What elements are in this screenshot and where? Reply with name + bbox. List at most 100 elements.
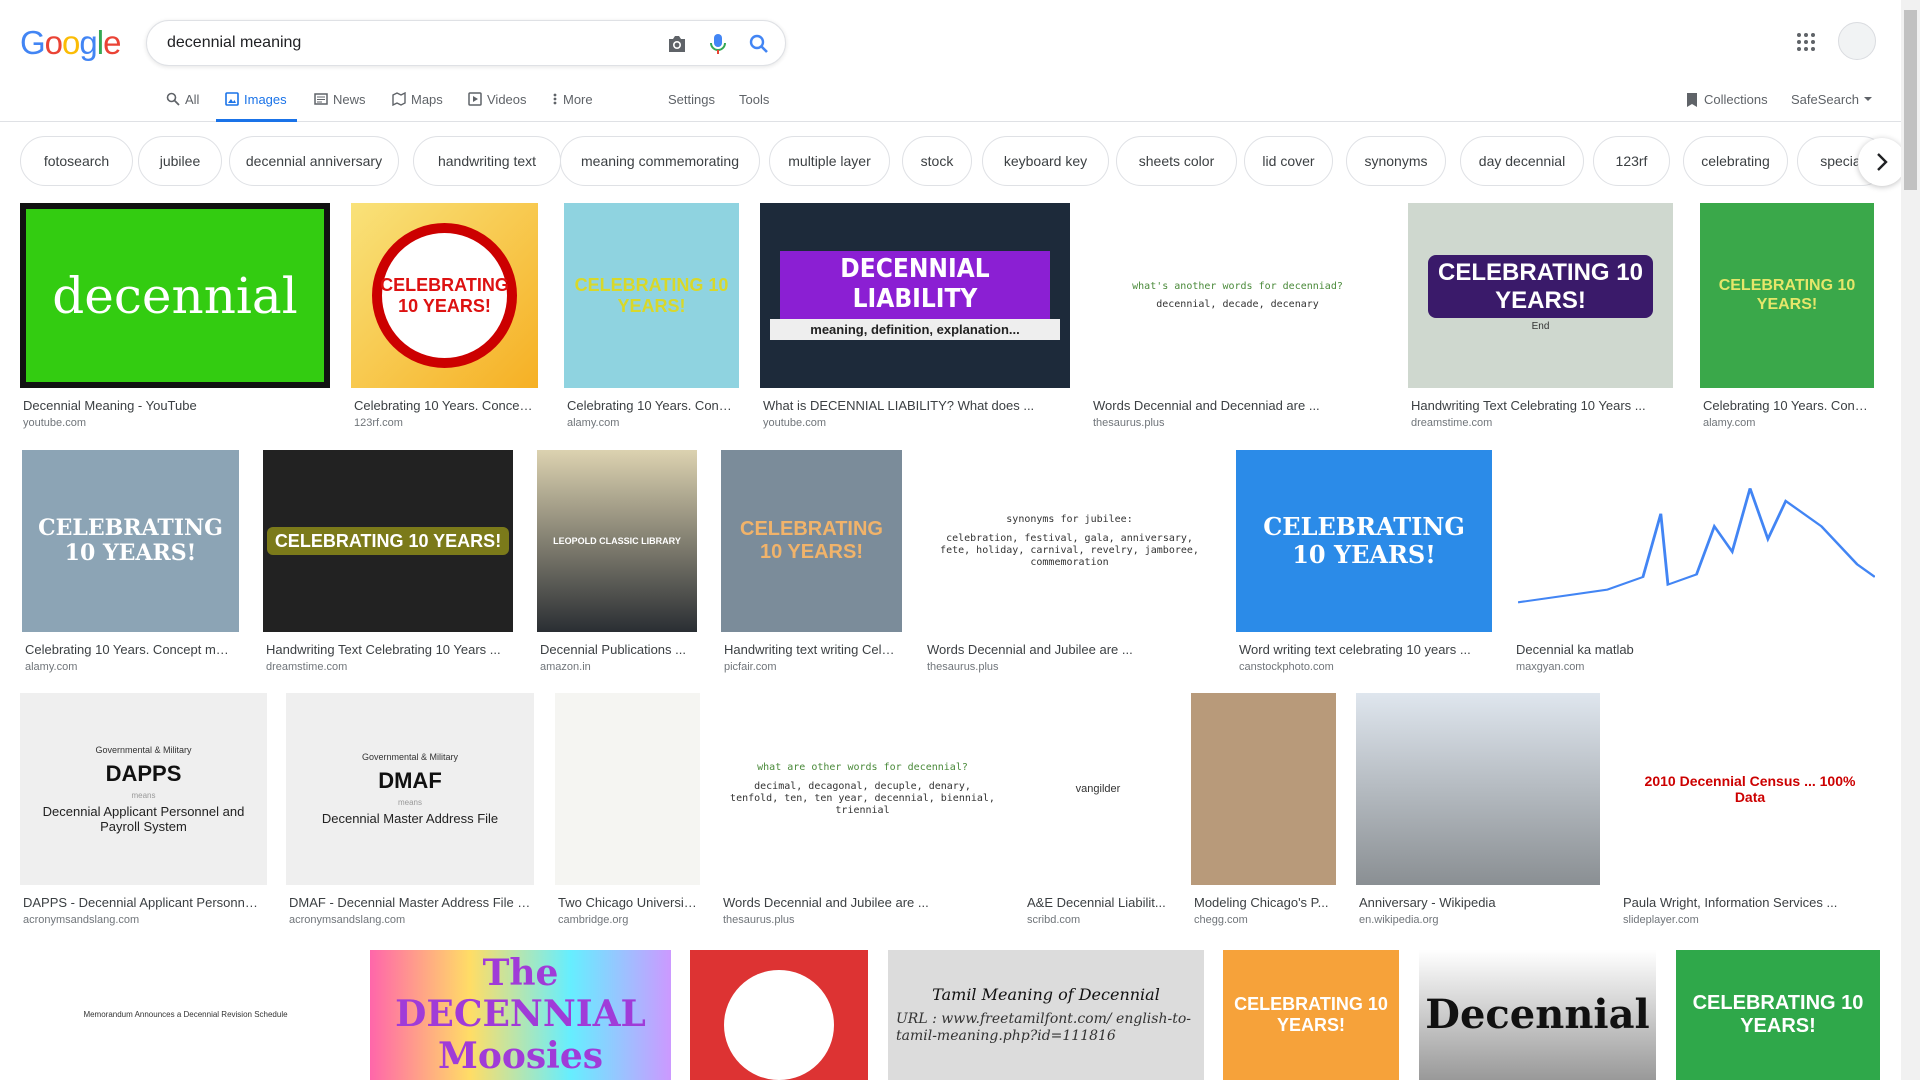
image-result[interactable]: CELEBRATING 10 YEARS! Celebrating 10 Year… (564, 203, 739, 430)
related-chip[interactable]: keyboard key (982, 136, 1109, 186)
chevron-right-icon[interactable] (1858, 138, 1906, 186)
result-source[interactable]: thesaurus.plus (1093, 417, 1165, 429)
image-result[interactable]: vangilder A&E Decennial Liabilit... scribd… (1024, 693, 1172, 927)
result-title[interactable]: Anniversary - Wikipedia (1359, 895, 1597, 910)
result-thumbnail[interactable]: CELEBRATING 10 YEARS! (1700, 203, 1874, 388)
image-result[interactable]: Anniversary - Wikipedia en.wikipedia.org (1356, 693, 1600, 927)
result-thumbnail[interactable] (690, 950, 868, 1080)
result-source[interactable]: slideplayer.com (1623, 914, 1699, 926)
result-thumbnail[interactable] (1356, 693, 1600, 885)
image-result[interactable]: CELEBRATING 10 YEARS! Celebrating 10 Year… (22, 450, 239, 674)
result-title[interactable]: What is DECENNIAL LIABILITY? What does .… (763, 398, 1067, 413)
result-source[interactable]: maxgyan.com (1516, 661, 1584, 673)
result-thumbnail[interactable]: synonyms for jubilee: celebration, festiv… (924, 450, 1215, 632)
related-chip[interactable]: fotosearch (20, 136, 133, 186)
image-result[interactable]: Governmental & Military DMAF means Decennia… (286, 693, 534, 927)
image-result[interactable]: Governmental & Military DAPPS means Decenni… (20, 693, 267, 927)
related-chip[interactable]: decennial anniversary (229, 136, 399, 186)
result-thumbnail[interactable] (1191, 693, 1336, 885)
image-result[interactable]: Modeling Chicago's P... chegg.com (1191, 693, 1336, 927)
tab-settings[interactable]: Settings (668, 84, 715, 122)
image-result[interactable]: LEOPOLD CLASSIC LIBRARY Decennial Publica… (537, 450, 697, 674)
result-source[interactable]: youtube.com (763, 417, 826, 429)
result-title[interactable]: Words Decennial and Jubilee are ... (723, 895, 1002, 910)
related-chip[interactable]: day decennial (1460, 136, 1584, 186)
result-thumbnail[interactable]: decennial (20, 203, 330, 388)
result-title[interactable]: DMAF - Decennial Master Address File i..… (289, 895, 531, 910)
related-chip[interactable]: 123rf (1593, 136, 1670, 186)
image-result[interactable]: what's another words for decenniad? decen… (1090, 203, 1385, 430)
result-source[interactable]: alamy.com (1703, 417, 1755, 429)
result-source[interactable]: chegg.com (1194, 914, 1248, 926)
related-chip[interactable]: synonyms (1346, 136, 1446, 186)
result-thumbnail[interactable]: what's another words for decenniad? decen… (1090, 203, 1385, 388)
result-source[interactable]: canstockphoto.com (1239, 661, 1334, 673)
result-thumbnail[interactable]: 2010 Decennial Census ... 100% Data (1620, 693, 1880, 885)
image-result[interactable]: DECENNIAL LIABILITY meaning, definition, … (760, 203, 1070, 430)
result-title[interactable]: Handwriting Text Celebrating 10 Years ..… (266, 642, 510, 657)
safesearch-dropdown[interactable]: SafeSearch (1791, 84, 1872, 122)
result-source[interactable]: alamy.com (567, 417, 619, 429)
tab-all[interactable]: All (166, 84, 199, 122)
related-chip[interactable]: multiple layer (769, 136, 890, 186)
tab-images[interactable]: Images (216, 84, 297, 122)
result-title[interactable]: Paula Wright, Information Services ... (1623, 895, 1877, 910)
result-source[interactable]: dreamstime.com (1411, 417, 1492, 429)
image-result[interactable]: CELEBRATING 10 YEARS! Handwriting Text Ce… (263, 450, 513, 674)
tab-tools[interactable]: Tools (739, 84, 769, 122)
image-result[interactable]: Decennial ka matlab maxgyan.com (1513, 450, 1880, 674)
image-result[interactable]: what are other words for decennial? decim… (720, 693, 1005, 927)
apps-grid-icon[interactable] (1796, 32, 1820, 56)
result-source[interactable]: thesaurus.plus (723, 914, 795, 926)
image-result[interactable]: The DECENNIAL Moosies (370, 950, 671, 1080)
result-thumbnail[interactable]: Governmental & Military DMAF means Decennia… (286, 693, 534, 885)
result-title[interactable]: Two Chicago Universit... (558, 895, 697, 910)
related-chip[interactable]: celebrating (1683, 136, 1788, 186)
result-source[interactable]: acronymsandslang.com (289, 914, 405, 926)
result-thumbnail[interactable]: CELEBRATING 10 YEARS! (1223, 950, 1399, 1080)
image-result[interactable]: CELEBRATING 10 YEARS! Celebrating 10 Year… (1700, 203, 1874, 430)
tab-more[interactable]: More (552, 84, 593, 122)
image-result[interactable]: CELEBRATING 10 YEARS! (1676, 950, 1880, 1080)
result-thumbnail[interactable]: CELEBRATING 10 YEARS! (564, 203, 739, 388)
result-thumbnail[interactable]: CELEBRATING 10 YEARS! (721, 450, 902, 632)
search-icon[interactable] (747, 32, 771, 56)
avatar[interactable] (1838, 22, 1876, 60)
result-title[interactable]: Celebrating 10 Years. Concept mea... (25, 642, 236, 657)
scrollbar-thumb[interactable] (1904, 10, 1917, 190)
tab-videos[interactable]: Videos (468, 84, 527, 122)
result-title[interactable]: Decennial Publications ... (540, 642, 694, 657)
result-thumbnail[interactable]: vangilder (1024, 693, 1172, 885)
related-chip[interactable]: lid cover (1244, 136, 1333, 186)
image-result[interactable]: CELEBRATING 10 YEARS! Word writing text c… (1236, 450, 1492, 674)
result-source[interactable]: youtube.com (23, 417, 86, 429)
search-input[interactable]: decennial meaning (167, 34, 301, 52)
camera-icon[interactable] (665, 32, 689, 56)
result-source[interactable]: picfair.com (724, 661, 777, 673)
image-result[interactable] (690, 950, 868, 1080)
image-result[interactable]: Two Chicago Universit... cambridge.org (555, 693, 700, 927)
result-title[interactable]: Word writing text celebrating 10 years .… (1239, 642, 1489, 657)
result-title[interactable]: Handwriting text writing Celeb... (724, 642, 899, 657)
result-title[interactable]: Words Decennial and Jubilee are ... (927, 642, 1212, 657)
image-result[interactable]: CELEBRATING 10 YEARS! Handwriting text wr… (721, 450, 902, 674)
result-thumbnail[interactable]: CELEBRATING 10 YEARS! End (1408, 203, 1673, 388)
result-thumbnail[interactable] (555, 693, 700, 885)
result-thumbnail[interactable]: DECENNIAL LIABILITY meaning, definition, … (760, 203, 1070, 388)
image-result[interactable]: synonyms for jubilee: celebration, festiv… (924, 450, 1215, 674)
result-thumbnail[interactable]: what are other words for decennial? decim… (720, 693, 1005, 885)
result-thumbnail[interactable]: Decennial (1419, 950, 1656, 1080)
result-title[interactable]: DAPPS - Decennial Applicant Personnel ..… (23, 895, 264, 910)
result-source[interactable]: acronymsandslang.com (23, 914, 139, 926)
result-thumbnail[interactable]: CELEBRATING 10 YEARS! (1236, 450, 1492, 632)
image-result[interactable]: 2010 Decennial Census ... 100% Data Paula… (1620, 693, 1880, 927)
result-title[interactable]: Decennial Meaning - YouTube (23, 398, 327, 413)
result-thumbnail[interactable]: CELEBRATING 10 YEARS! (351, 203, 538, 388)
result-thumbnail[interactable] (1513, 450, 1880, 632)
result-source[interactable]: thesaurus.plus (927, 661, 999, 673)
result-title[interactable]: Words Decennial and Decenniad are ... (1093, 398, 1382, 413)
image-result[interactable]: CELEBRATING 10 YEARS! (1223, 950, 1399, 1080)
result-title[interactable]: A&E Decennial Liabilit... (1027, 895, 1169, 910)
result-thumbnail[interactable]: LEOPOLD CLASSIC LIBRARY (537, 450, 697, 632)
result-source[interactable]: amazon.in (540, 661, 591, 673)
